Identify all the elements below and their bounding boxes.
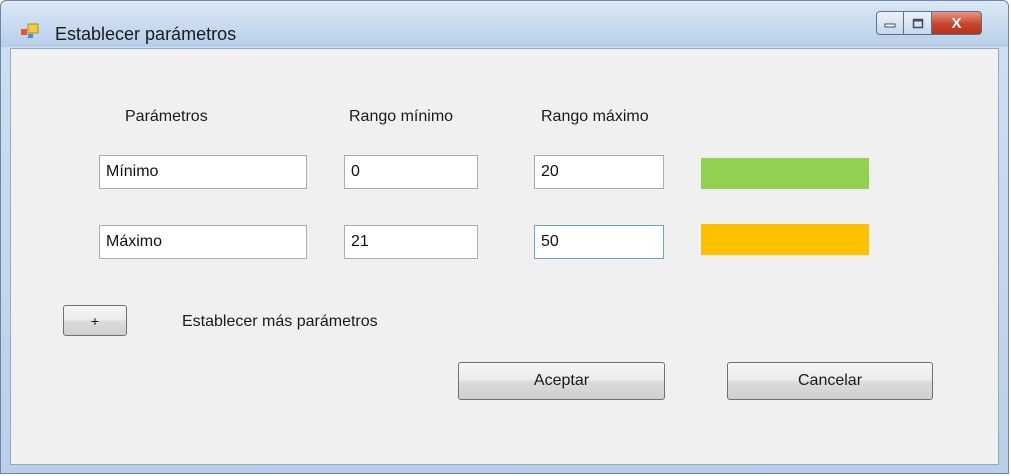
range-max-field[interactable] xyxy=(534,225,664,259)
maximize-button[interactable] xyxy=(904,11,932,35)
window-controls: X xyxy=(876,11,982,39)
window-title: Establecer parámetros xyxy=(55,24,237,44)
header-rango-maximo: Rango máximo xyxy=(541,108,649,125)
title-bar[interactable]: Establecer parámetros X xyxy=(1,1,1008,47)
range-min-field[interactable] xyxy=(344,225,478,259)
cancel-button[interactable]: Cancelar xyxy=(727,362,933,400)
dialog-window: Establecer parámetros X Parámetros Rango… xyxy=(0,0,1009,474)
close-icon: X xyxy=(951,14,962,32)
param-name-field[interactable] xyxy=(99,155,307,189)
param-name-field[interactable] xyxy=(99,225,307,259)
range-max-field[interactable] xyxy=(534,155,664,189)
add-parameter-button[interactable]: + xyxy=(63,305,127,336)
maximize-icon xyxy=(912,18,923,28)
header-parametros: Parámetros xyxy=(125,108,208,125)
minimize-icon xyxy=(884,23,896,28)
accept-button[interactable]: Aceptar xyxy=(458,362,665,400)
app-icon xyxy=(21,23,39,38)
minimize-button[interactable] xyxy=(876,11,904,35)
header-rango-minimo: Rango mínimo xyxy=(349,108,454,125)
add-parameter-label: Establecer más parámetros xyxy=(182,313,378,330)
range-min-field[interactable] xyxy=(344,155,478,189)
color-swatch[interactable] xyxy=(701,224,869,255)
dialog-body: Parámetros Rango mínimo Rango máximo + E… xyxy=(10,48,999,465)
color-swatch[interactable] xyxy=(701,158,869,189)
close-button[interactable]: X xyxy=(932,11,982,35)
